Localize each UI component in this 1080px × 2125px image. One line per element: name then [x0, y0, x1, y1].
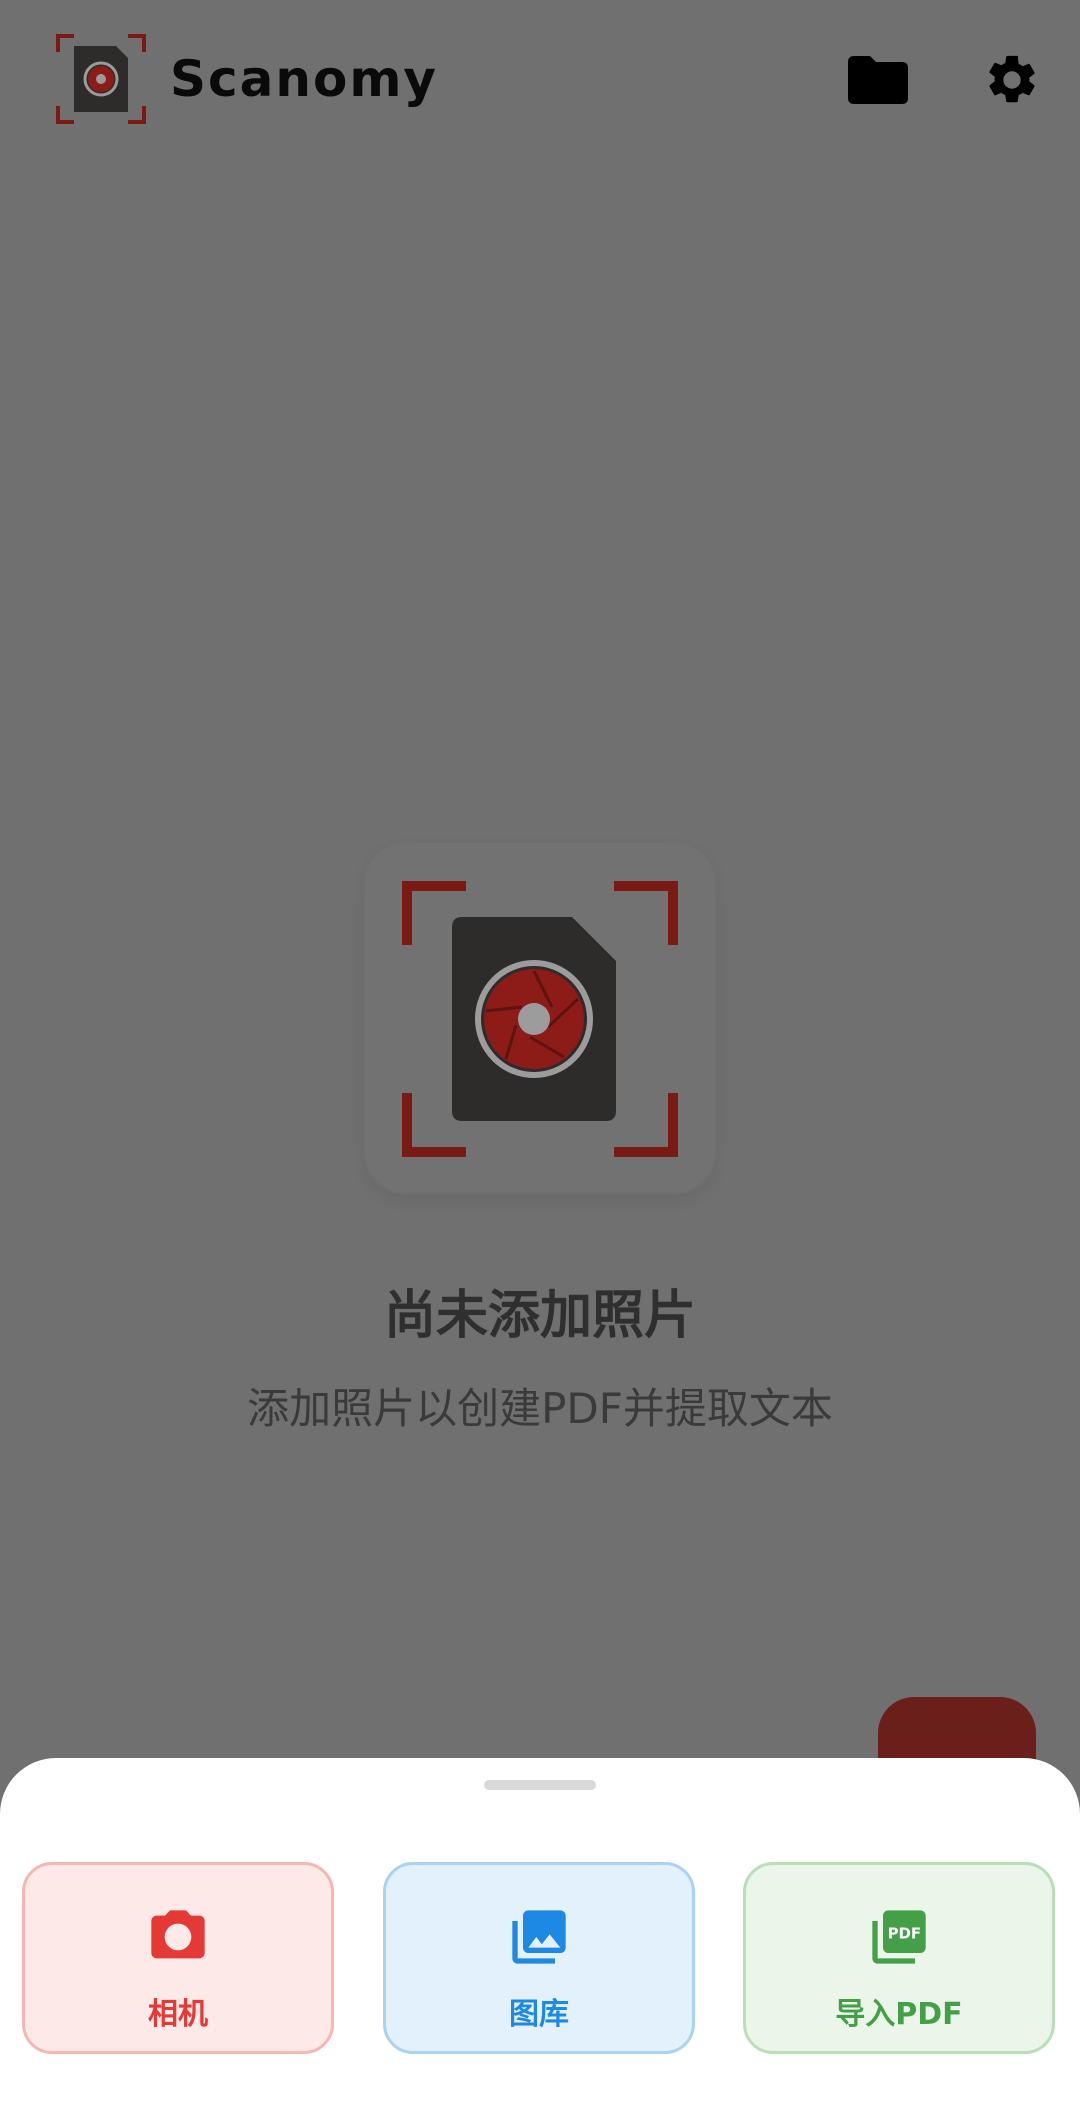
import-pdf-label: 导入PDF [835, 1997, 963, 2032]
empty-state: 尚未添加照片 添加照片以创建PDF并提取文本 [0, 845, 1080, 1445]
app-title: Scanomy [170, 50, 439, 108]
drag-handle[interactable] [484, 1780, 596, 1790]
gallery-button[interactable]: 图库 [383, 1862, 695, 2054]
camera-label: 相机 [148, 1997, 208, 2032]
app-logo-icon [56, 34, 146, 124]
import-pdf-button[interactable]: PDF 导入PDF [743, 1862, 1055, 2054]
svg-text:PDF: PDF [888, 1925, 922, 1943]
bottom-sheet: 相机 图库 PDF 导入PDF [0, 1758, 1080, 2125]
photo-library-icon [512, 1910, 566, 1964]
top-app-bar: Scanomy [0, 0, 1080, 160]
gallery-label: 图库 [509, 1997, 569, 2032]
empty-state-subtitle: 添加照片以创建PDF并提取文本 [247, 1384, 833, 1433]
folder-button[interactable] [838, 40, 918, 120]
camera-button[interactable]: 相机 [22, 1862, 334, 2054]
folder-icon [848, 56, 908, 104]
camera-icon [151, 1910, 205, 1959]
empty-state-title: 尚未添加照片 [383, 1286, 696, 1346]
empty-state-illustration [366, 845, 714, 1193]
pdf-icon: PDF [872, 1910, 926, 1964]
gear-icon [989, 55, 1035, 103]
settings-button[interactable] [972, 40, 1052, 120]
document-camera-logo-icon [402, 881, 678, 1157]
